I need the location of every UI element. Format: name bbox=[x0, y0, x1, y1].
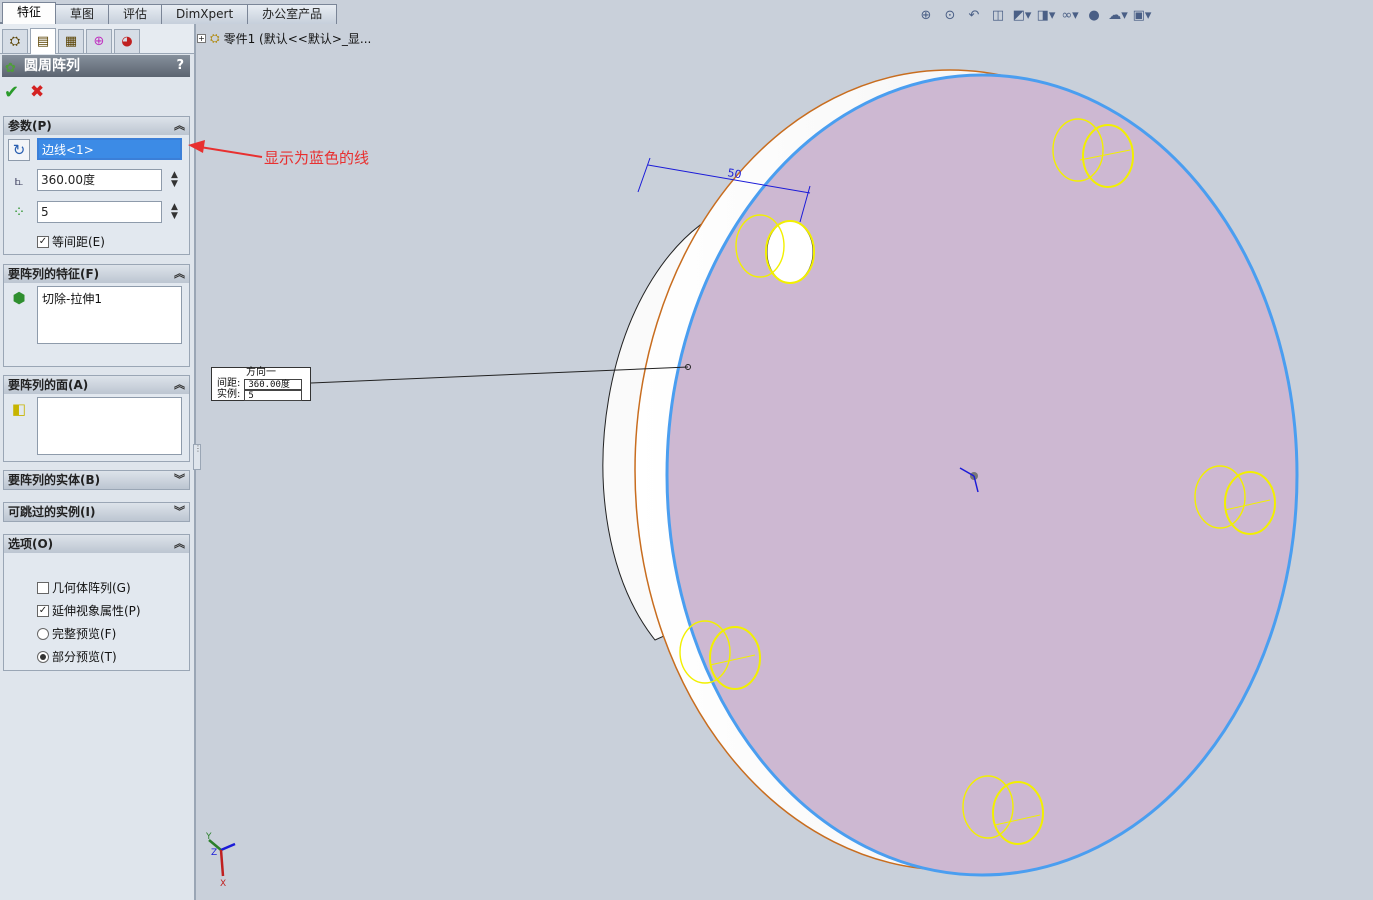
callout-instances-value[interactable]: 5 bbox=[244, 390, 303, 401]
tab-dimxpert[interactable]: DimXpert bbox=[161, 4, 249, 24]
annotation-arrowhead bbox=[188, 140, 205, 153]
tab-office-products[interactable]: 办公室产品 bbox=[247, 4, 338, 24]
triad-y-label: Y bbox=[205, 832, 212, 842]
reference-triad: Y Z X bbox=[205, 832, 236, 889]
callout-instances-label: 实例: bbox=[217, 389, 241, 400]
annotation-text: 显示为蓝色的线 bbox=[264, 149, 370, 167]
model-viewport[interactable]: 50 bbox=[0, 0, 1373, 900]
triad-x-axis bbox=[219, 849, 225, 877]
tab-features[interactable]: 特征 bbox=[2, 2, 57, 24]
dimension-value[interactable]: 50 bbox=[726, 166, 742, 181]
triad-z-label: Z bbox=[211, 848, 217, 858]
commandmanager-tabs: 特征 草图 评估 DimXpert 办公室产品 bbox=[0, 0, 338, 24]
triad-x-label: X bbox=[220, 879, 226, 889]
callout-spacing-value[interactable]: 360.00度 bbox=[244, 379, 303, 390]
annotation-arrow-line bbox=[199, 146, 263, 158]
triad-z-axis bbox=[220, 842, 236, 852]
pattern-callout[interactable]: 方向一 间距: 360.00度 实例: 5 bbox=[211, 367, 311, 401]
tab-sketch[interactable]: 草图 bbox=[55, 4, 110, 24]
dimension-extension-line bbox=[637, 157, 651, 193]
tab-evaluate[interactable]: 评估 bbox=[108, 4, 163, 24]
